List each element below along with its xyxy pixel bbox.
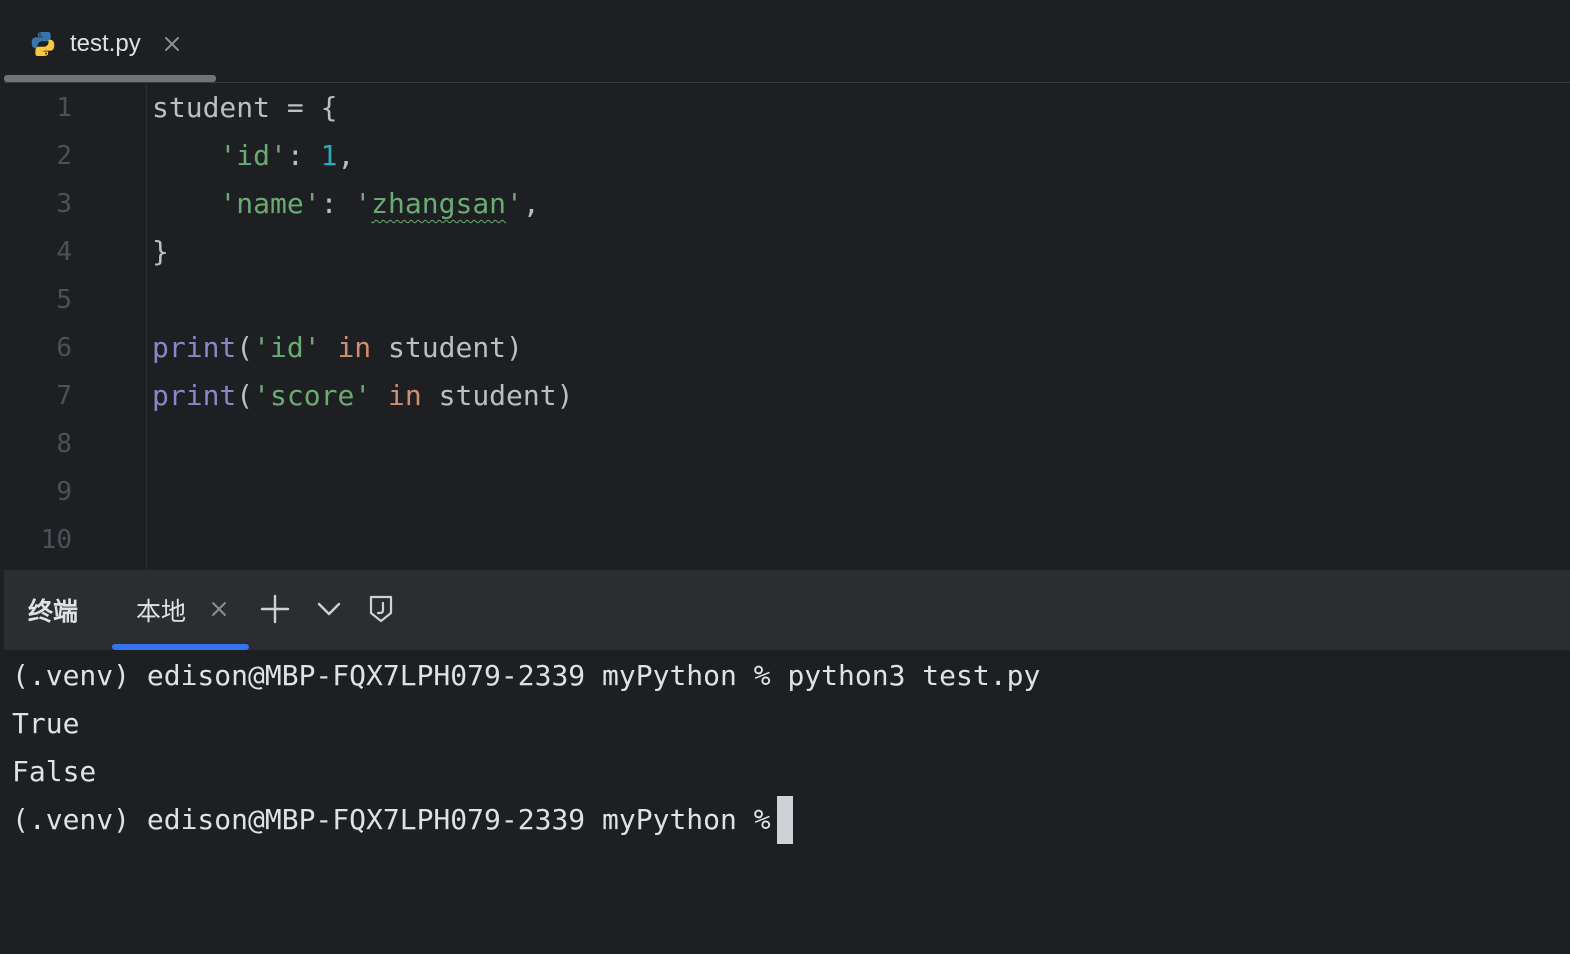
code-line-4[interactable]: } xyxy=(152,228,169,276)
string-literal: 'score' xyxy=(253,379,372,412)
gutter-divider xyxy=(146,84,147,570)
string-quote: ' xyxy=(506,187,523,220)
line-number: 10 xyxy=(40,525,72,555)
line-number: 3 xyxy=(56,189,72,219)
number-literal: 1 xyxy=(320,139,338,172)
line-number: 9 xyxy=(56,477,72,507)
terminal-panel-header: 终端 本地 xyxy=(4,570,1570,650)
punctuation: : xyxy=(320,187,355,220)
terminal-line: (.venv) edison@MBP-FQX7LPH079-2339 myPyt… xyxy=(12,659,1041,692)
terminal-output[interactable]: (.venv) edison@MBP-FQX7LPH079-2339 myPyt… xyxy=(0,650,1570,954)
tab-test-py[interactable]: test.py xyxy=(28,24,181,64)
terminal-line: False xyxy=(12,755,97,788)
keyword: in xyxy=(371,379,422,412)
tab-filename: test.py xyxy=(70,30,141,57)
text-cursor xyxy=(776,796,793,844)
code-line-7[interactable]: print('score' in student) xyxy=(152,372,573,420)
panel-title[interactable]: 终端 xyxy=(28,592,78,628)
spelling-warning-word: zhangsan xyxy=(371,187,507,220)
code-text: student) xyxy=(421,379,574,412)
code-text: student = { xyxy=(152,91,338,124)
punctuation: , xyxy=(337,139,355,172)
close-icon[interactable] xyxy=(163,35,181,53)
line-number: 6 xyxy=(56,333,72,363)
string-quote: ' xyxy=(354,187,372,220)
terminal-prompt-line[interactable]: (.venv) edison@MBP-FQX7LPH079-2339 myPyt… xyxy=(12,796,793,844)
punctuation: ( xyxy=(236,379,254,412)
string-literal: 'name' xyxy=(219,187,321,220)
editor-tab-bar: test.py xyxy=(0,0,1570,84)
terminal-line: True xyxy=(12,707,80,740)
line-number: 5 xyxy=(56,285,72,315)
punctuation: , xyxy=(522,187,540,220)
punctuation: ( xyxy=(236,331,254,364)
terminal-prompt: (.venv) edison@MBP-FQX7LPH079-2339 myPyt… xyxy=(12,803,771,836)
string-literal: 'id' xyxy=(219,139,287,172)
shield-icon[interactable] xyxy=(366,594,396,624)
builtin-function: print xyxy=(152,331,237,364)
code-line-2[interactable]: 'id': 1, xyxy=(152,132,354,180)
code-editor[interactable]: 1 2 3 4 5 6 7 8 9 10 student = { 'id': 1… xyxy=(4,84,1570,570)
active-tab-indicator xyxy=(4,75,216,82)
code-line-1[interactable]: student = { xyxy=(152,84,337,132)
tab-local[interactable]: 本地 xyxy=(136,592,186,628)
builtin-function: print xyxy=(152,379,237,412)
code-text: } xyxy=(152,235,169,268)
line-number: 4 xyxy=(56,237,72,267)
line-number-gutter: 1 2 3 4 5 6 7 8 9 10 xyxy=(4,84,146,570)
plus-icon[interactable] xyxy=(260,594,290,624)
line-number: 2 xyxy=(56,141,72,171)
divider xyxy=(4,82,1570,83)
keyword: in xyxy=(320,331,372,364)
punctuation: : xyxy=(286,139,321,172)
code-line-3[interactable]: 'name': 'zhangsan', xyxy=(152,180,540,228)
close-icon[interactable] xyxy=(210,600,228,618)
string-literal: 'id' xyxy=(253,331,321,364)
line-number: 8 xyxy=(56,429,72,459)
code-line-6[interactable]: print('id' in student) xyxy=(152,324,523,372)
chevron-down-icon[interactable] xyxy=(314,594,344,624)
line-number: 1 xyxy=(56,93,72,123)
python-icon xyxy=(28,29,58,59)
line-number: 7 xyxy=(56,381,72,411)
code-text: student) xyxy=(371,331,523,364)
